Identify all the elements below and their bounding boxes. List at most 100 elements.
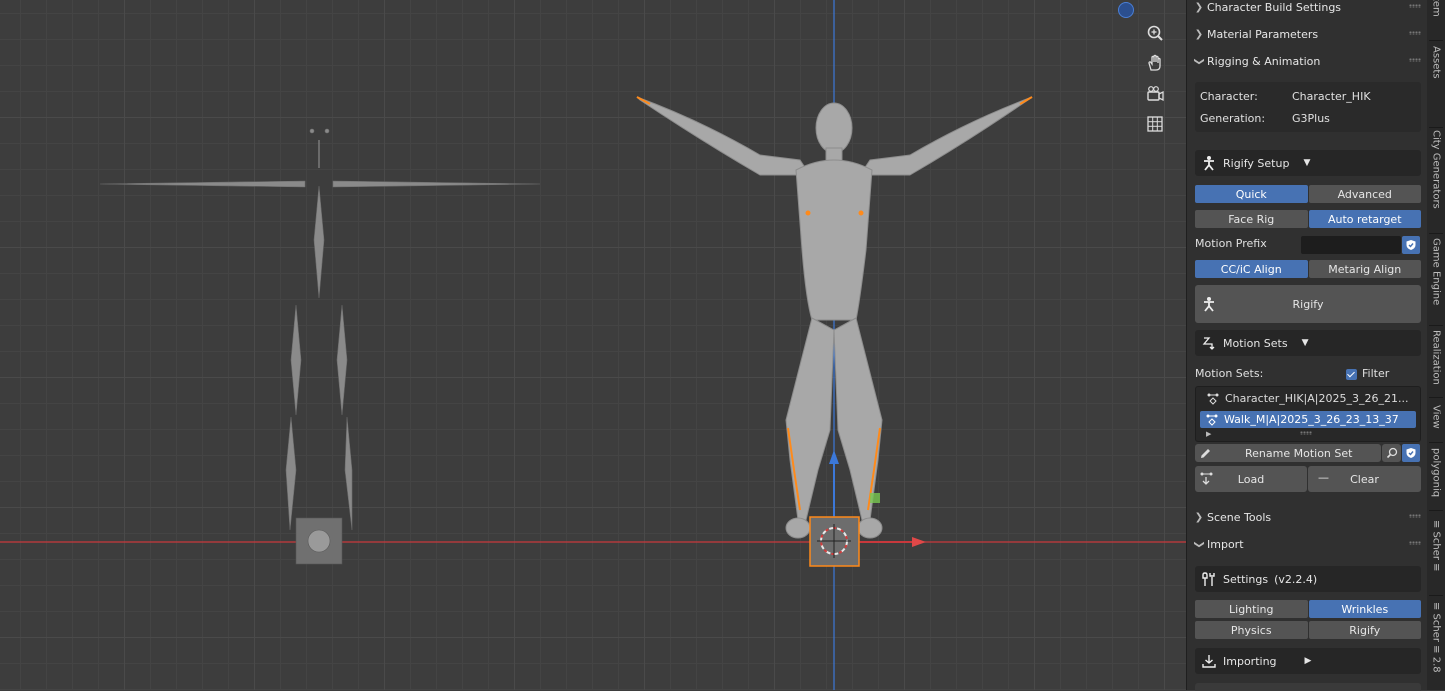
camera-view-icon[interactable]	[1142, 81, 1168, 107]
motion-path-icon	[1195, 335, 1223, 351]
tab-city-generators[interactable]: City Generators	[1427, 130, 1445, 230]
motion-sets-list[interactable]: Character_HIK|A|2025_3_26_21... Walk_M|A…	[1195, 386, 1421, 442]
metarig-align-button[interactable]: Metarig Align	[1308, 260, 1421, 278]
section-label: Import	[1207, 537, 1244, 551]
rigify-button[interactable]: Rigify	[1195, 285, 1421, 323]
tab-game-engine[interactable]: Game Engine	[1427, 238, 1445, 320]
tab-label: ≡ Scher ≡ 2.8	[1430, 602, 1442, 673]
rigify-figure-icon	[1195, 155, 1223, 171]
rename-motion-set-button[interactable]: Rename Motion Set	[1195, 444, 1381, 462]
filter-label: Filter	[1362, 367, 1390, 380]
advanced-button[interactable]: Advanced	[1308, 185, 1421, 203]
motion-sets-header[interactable]: Motion Sets ▼	[1195, 330, 1421, 356]
tab-divider	[1429, 40, 1443, 41]
3d-viewport[interactable]	[0, 0, 1186, 690]
tab-realization[interactable]: Realization	[1427, 330, 1445, 392]
armature-skeleton[interactable]	[99, 128, 541, 565]
importing-header[interactable]: Importing ▶	[1195, 648, 1421, 674]
expand-arrow-icon[interactable]: ▶	[1206, 430, 1211, 438]
filter-checkbox[interactable]: Filter	[1346, 367, 1389, 380]
tab-polygoniq[interactable]: polygoniq	[1427, 448, 1445, 504]
auto-retarget-button[interactable]: Auto retarget	[1308, 210, 1421, 228]
tab-label: Assets	[1430, 46, 1442, 79]
tab-view[interactable]: View	[1427, 405, 1445, 437]
list-item[interactable]: Character_HIK|A|2025_3_26_21...	[1201, 390, 1417, 407]
section-character-build-settings[interactable]: ❯ Character Build Settings	[1187, 0, 1427, 18]
cc-ic-align-button[interactable]: CC/iC Align	[1195, 260, 1308, 278]
load-button[interactable]: Load	[1195, 466, 1307, 492]
import-options-row2: Physics Rigify	[1195, 621, 1421, 639]
search-icon[interactable]	[1382, 444, 1401, 462]
rigify-import-button[interactable]: Rigify	[1308, 621, 1421, 639]
chevron-right-icon: ❯	[1194, 28, 1204, 40]
load-label: Load	[1237, 472, 1265, 486]
settings-header[interactable]: Settings (v2.2.4)	[1195, 566, 1421, 592]
motion-sets-title: Motion Sets	[1223, 336, 1288, 350]
motion-prefix-input[interactable]	[1301, 236, 1401, 254]
list-item-selected[interactable]: Walk_M|A|2025_3_26_23_13_37	[1200, 411, 1416, 428]
shield-icon[interactable]	[1402, 444, 1420, 462]
checkbox-checked-icon	[1346, 368, 1357, 380]
scene-canvas[interactable]	[0, 0, 1186, 690]
bone-marker	[870, 493, 880, 503]
dropdown-arrow-icon[interactable]: ▼	[1302, 338, 1309, 348]
section-material-parameters[interactable]: ❯ Material Parameters	[1187, 23, 1427, 45]
rigify-setup-header[interactable]: Rigify Setup ▼	[1195, 150, 1421, 176]
origin-gizmo[interactable]	[809, 516, 860, 567]
rigify-figure-icon	[1201, 296, 1217, 315]
drag-grip-icon[interactable]	[1409, 31, 1421, 35]
download-icon	[1195, 653, 1223, 669]
physics-button[interactable]: Physics	[1195, 621, 1308, 639]
tab-scher[interactable]: ≡ Scher ≡	[1427, 520, 1445, 590]
importing-title: Importing	[1223, 654, 1277, 668]
zoom-icon[interactable]	[1142, 20, 1168, 46]
section-scene-tools[interactable]: ❯ Scene Tools	[1187, 506, 1427, 528]
armature-load-icon	[1199, 471, 1215, 490]
face-rig-button[interactable]: Face Rig	[1195, 210, 1308, 228]
quick-button[interactable]: Quick	[1195, 185, 1308, 203]
drag-grip-icon[interactable]	[1409, 58, 1421, 62]
tab-label: polygoniq	[1430, 448, 1442, 498]
minus-icon: —	[1318, 471, 1329, 484]
resize-grip-icon[interactable]	[1300, 431, 1312, 435]
tab-divider	[1429, 325, 1443, 326]
expand-arrow-icon[interactable]: ▶	[1305, 656, 1312, 666]
settings-title: Settings	[1223, 572, 1269, 586]
section-label: Scene Tools	[1207, 510, 1272, 524]
tab-label: Game Engine	[1430, 238, 1442, 306]
clear-button[interactable]: — Clear	[1308, 466, 1421, 492]
rig-mode-toggle: Quick Advanced	[1195, 185, 1421, 203]
tab-divider	[1429, 595, 1443, 596]
drag-grip-icon[interactable]	[1409, 514, 1421, 518]
dropdown-arrow-icon[interactable]: ▼	[1303, 158, 1310, 168]
tab-divider	[1429, 397, 1443, 398]
armature-action-icon	[1201, 392, 1225, 406]
rig-options-toggle: Face Rig Auto retarget	[1195, 210, 1421, 228]
tab-label: View	[1430, 405, 1442, 429]
section-label: Material Parameters	[1207, 27, 1319, 41]
pencil-icon	[1195, 447, 1215, 460]
align-toggle: CC/iC Align Metarig Align	[1195, 260, 1421, 278]
hand-pan-icon[interactable]	[1142, 50, 1168, 76]
navigation-gizmo[interactable]	[1118, 2, 1134, 18]
section-import[interactable]: ❯ Import	[1187, 533, 1427, 555]
drag-grip-icon[interactable]	[1409, 4, 1421, 8]
tab-assets[interactable]: Assets	[1427, 46, 1445, 122]
tab-divider	[1429, 442, 1443, 443]
shield-icon[interactable]	[1402, 236, 1420, 254]
clear-label: Clear	[1350, 472, 1379, 486]
tab-scher-28[interactable]: ≡ Scher ≡ 2.8	[1427, 602, 1445, 690]
tab-label: Item	[1430, 0, 1442, 17]
section-rigging-animation[interactable]: ❯ Rigging & Animation	[1187, 50, 1427, 72]
character-label: Character:	[1200, 90, 1258, 103]
drag-grip-icon[interactable]	[1409, 541, 1421, 545]
wrinkles-button[interactable]: Wrinkles	[1308, 600, 1421, 618]
chevron-right-icon: ❯	[1194, 1, 1204, 13]
chevron-down-icon: ❯	[1193, 539, 1205, 549]
rigify-button-label: Rigify	[1292, 297, 1324, 311]
tab-item[interactable]: Item	[1427, 0, 1445, 38]
grid-perspective-icon[interactable]	[1142, 111, 1168, 137]
import-options-row1: Lighting Wrinkles	[1195, 600, 1421, 618]
sidebar-tabs: Item Assets City Generators Game Engine …	[1427, 0, 1445, 690]
lighting-button[interactable]: Lighting	[1195, 600, 1308, 618]
